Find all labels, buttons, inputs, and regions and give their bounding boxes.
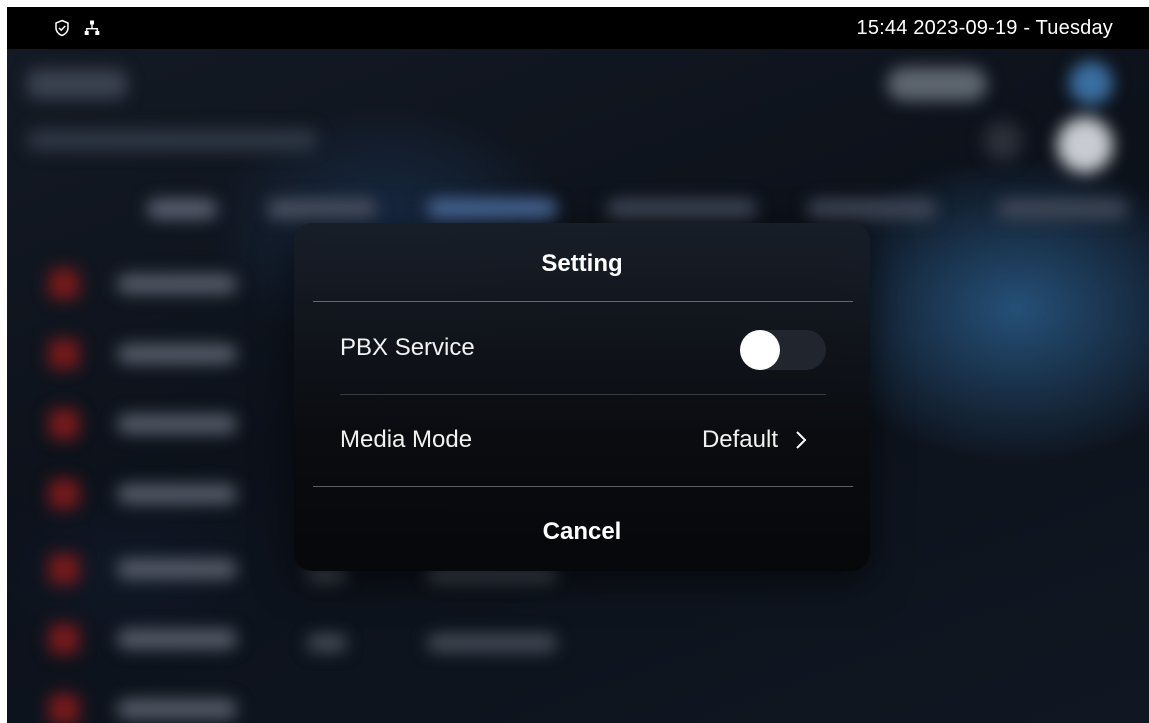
shield-check-icon [53,19,71,37]
media-mode-row[interactable]: Media Mode Default [340,395,826,485]
setting-dialog: Setting PBX Service Media Mode Default C… [294,223,870,571]
pbx-service-row[interactable]: PBX Service [340,303,826,393]
chevron-right-icon [792,430,810,450]
screen: 15:44 2023-09-19 - Tuesday Setting PBX S… [7,7,1149,723]
dialog-title: Setting [541,250,623,277]
divider [313,301,853,302]
status-datetime: 15:44 2023-09-19 - Tuesday [856,17,1113,39]
status-bar: 15:44 2023-09-19 - Tuesday [7,7,1149,49]
pbx-service-label: PBX Service [340,334,475,361]
cancel-button[interactable]: Cancel [294,491,870,571]
divider [313,486,853,487]
pbx-service-toggle[interactable] [740,330,826,370]
media-mode-value: Default [701,426,778,453]
network-icon [83,19,101,37]
media-mode-label: Media Mode [340,426,473,453]
toggle-knob [740,330,780,370]
